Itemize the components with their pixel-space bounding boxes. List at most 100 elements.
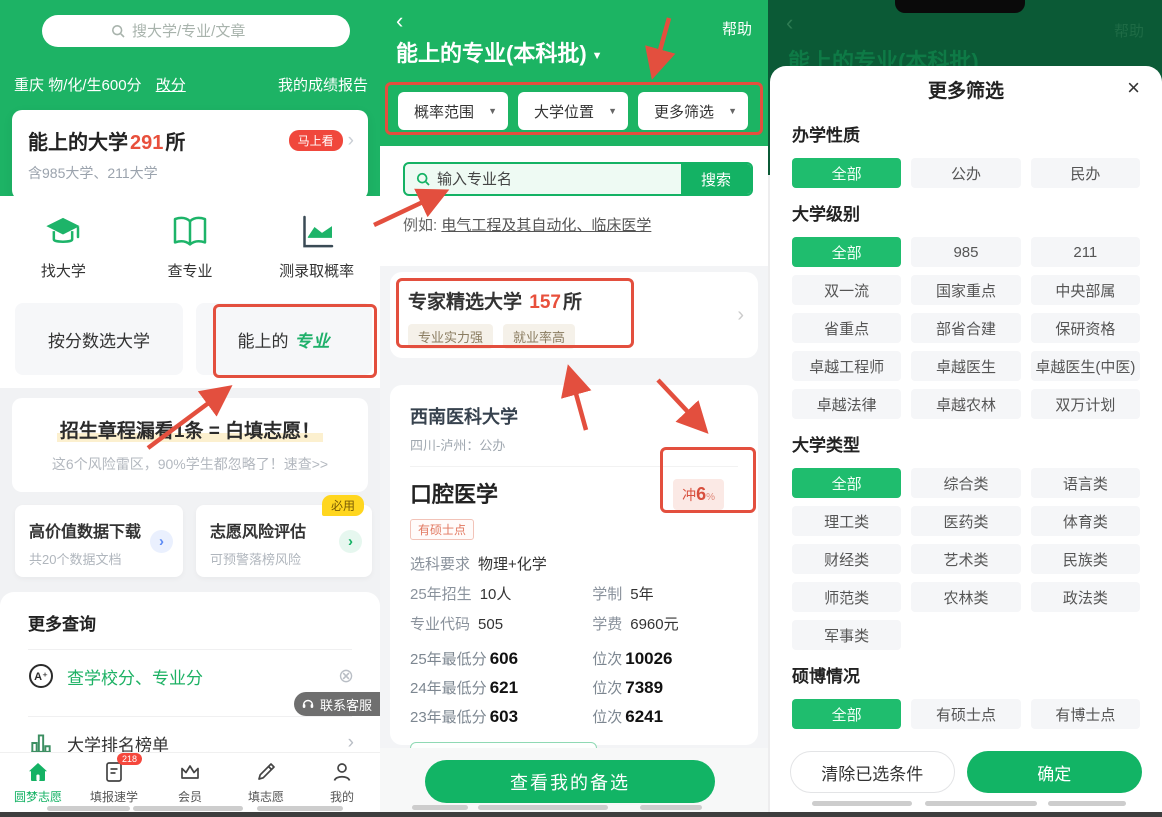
score-label: 23年最低分 bbox=[410, 709, 487, 726]
filter-chip[interactable]: 有硕士点 bbox=[911, 699, 1020, 729]
view-now-badge[interactable]: 马上看 bbox=[289, 130, 343, 151]
filter-chip[interactable]: 卓越工程师 bbox=[792, 351, 901, 381]
info-value: 6960元 bbox=[630, 616, 678, 633]
filter-chip[interactable]: 公办 bbox=[911, 158, 1020, 188]
major-name[interactable]: 口腔医学 bbox=[410, 477, 498, 509]
example-link[interactable]: 电气工程及其自动化、临床医学 bbox=[441, 217, 651, 234]
filter-chip[interactable]: 211 bbox=[1031, 237, 1140, 267]
universities-count: 291 bbox=[130, 132, 163, 154]
filter-chip[interactable]: 理工类 bbox=[792, 506, 901, 536]
home-search-bar[interactable] bbox=[42, 15, 350, 47]
page-title-dropdown[interactable]: 能上的专业(本科批)▼ bbox=[396, 36, 603, 68]
filter-chip[interactable]: 卓越农林 bbox=[911, 389, 1020, 419]
dropdown-label: 更多筛选 bbox=[654, 101, 714, 122]
chevron-right-icon: › bbox=[348, 732, 354, 754]
info-key: 25年招生 bbox=[410, 586, 472, 603]
admissible-majors-button[interactable]: 能上的专业 bbox=[196, 303, 372, 375]
notification-badge: 218 bbox=[117, 753, 142, 765]
filter-chip[interactable]: 985 bbox=[911, 237, 1020, 267]
tab-user[interactable]: 我的 bbox=[304, 753, 380, 812]
home-search-input[interactable] bbox=[132, 23, 282, 40]
tab-pencil[interactable]: 填志愿 bbox=[228, 753, 304, 812]
change-score-link[interactable]: 改分 bbox=[156, 77, 186, 94]
filter-dropdown-2[interactable]: 大学位置▼ bbox=[518, 92, 628, 130]
confirm-filters-button[interactable]: 确定 bbox=[967, 751, 1143, 793]
chevron-down-icon: ▼ bbox=[728, 106, 737, 116]
admission-probability-badge: 冲6% bbox=[673, 479, 724, 510]
expert-selected-universities-card[interactable]: 专家精选大学 157所 › 专业实力强就业率高 bbox=[390, 272, 758, 358]
filter-chip[interactable]: 全部 bbox=[792, 699, 901, 729]
help-link[interactable]: 帮助 bbox=[722, 18, 752, 39]
major-search-input[interactable] bbox=[437, 171, 681, 188]
filter-chip[interactable]: 有博士点 bbox=[1031, 699, 1140, 729]
search-button[interactable]: 搜索 bbox=[681, 164, 751, 194]
major-search-bar[interactable]: 搜索 bbox=[403, 162, 753, 196]
feature-chart[interactable]: 测录取概率 bbox=[253, 212, 380, 281]
info-key: 专业代码 bbox=[410, 616, 470, 633]
university-major-card[interactable]: 西南医科大学 四川-泸州：公办 口腔医学 冲6% 有硕士点 选科要求物理+化学 … bbox=[390, 385, 758, 745]
tab-label: 填志愿 bbox=[248, 788, 284, 805]
filter-chip[interactable]: 卓越法律 bbox=[792, 389, 901, 419]
a-plus-icon: A⁺ bbox=[28, 663, 54, 689]
filter-chip[interactable]: 体育类 bbox=[1031, 506, 1140, 536]
view-my-shortlist-button[interactable]: 查看我的备选 bbox=[425, 760, 715, 803]
filter-chip[interactable]: 医药类 bbox=[911, 506, 1020, 536]
filter-chip[interactable]: 中央部属 bbox=[1031, 275, 1140, 305]
filter-chip[interactable]: 全部 bbox=[792, 468, 901, 498]
score-value: 603 bbox=[490, 707, 518, 726]
filter-chip[interactable]: 部省合建 bbox=[911, 313, 1020, 343]
filter-chip[interactable]: 军事类 bbox=[792, 620, 901, 650]
subject-requirement: 选科要求物理+化学 bbox=[410, 553, 738, 574]
tab-label: 填报速学 bbox=[90, 788, 138, 805]
filter-chip[interactable]: 卓越医生(中医) bbox=[1031, 351, 1140, 381]
filter-chip[interactable]: 双万计划 bbox=[1031, 389, 1140, 419]
filter-chip[interactable]: 省重点 bbox=[792, 313, 901, 343]
filter-chip[interactable]: 全部 bbox=[792, 158, 901, 188]
filter-dropdown-3[interactable]: 更多筛选 ▼ bbox=[638, 92, 748, 130]
filter-dropdown-1[interactable]: 概率范围▼ bbox=[398, 92, 508, 130]
dismiss-icon[interactable]: ⊗ bbox=[338, 665, 354, 688]
tab-notebook[interactable]: 218 填报速学 bbox=[76, 753, 152, 812]
majors-list-panel: ‹ 帮助 能上的专业(本科批)▼ 概率范围▼大学位置▼更多筛选▼ 搜索 例如: … bbox=[380, 0, 768, 817]
filter-chip[interactable]: 国家重点 bbox=[911, 275, 1020, 305]
risk-evaluation-card[interactable]: 必用 志愿风险评估 可预警落榜风险 › bbox=[196, 505, 372, 577]
filter-chip[interactable]: 艺术类 bbox=[911, 544, 1020, 574]
filter-chip[interactable]: 师范类 bbox=[792, 582, 901, 612]
back-button[interactable]: ‹ bbox=[786, 10, 793, 36]
filter-options-grid: 全部985211双一流国家重点中央部属省重点部省合建保研资格卓越工程师卓越医生卓… bbox=[792, 237, 1140, 419]
contact-label: 联系客服 bbox=[320, 695, 372, 714]
filter-chip[interactable]: 政法类 bbox=[1031, 582, 1140, 612]
tab-crown[interactable]: 会员 bbox=[152, 753, 228, 812]
filter-section-label: 办学性质 bbox=[792, 121, 1140, 146]
filter-options-grid: 全部综合类语言类理工类医药类体育类财经类艺术类民族类师范类农林类政法类军事类 bbox=[792, 468, 1140, 650]
score-report-link[interactable]: 我的成绩报告 bbox=[278, 74, 368, 95]
select-university-by-score-button[interactable]: 按分数选大学 bbox=[15, 303, 183, 375]
filter-chip[interactable]: 全部 bbox=[792, 237, 901, 267]
university-name[interactable]: 西南医科大学 bbox=[410, 403, 738, 429]
list-item-label: 查学校分、专业分 bbox=[67, 664, 203, 689]
back-button[interactable]: ‹ bbox=[396, 8, 403, 34]
filter-chip[interactable]: 双一流 bbox=[792, 275, 901, 305]
contact-support-button[interactable]: 联系客服 bbox=[294, 692, 380, 716]
home-indicator bbox=[640, 805, 702, 810]
filter-chip[interactable]: 保研资格 bbox=[1031, 313, 1140, 343]
filter-chip[interactable]: 卓越医生 bbox=[911, 351, 1020, 381]
filter-chip[interactable]: 农林类 bbox=[911, 582, 1020, 612]
warning-title: 招生章程漏看1条 = 白填志愿！ bbox=[12, 416, 368, 443]
tab-home[interactable]: 圆梦志愿 bbox=[0, 753, 76, 812]
filter-chip[interactable]: 民族类 bbox=[1031, 544, 1140, 574]
major-info-item: 专业代码505 bbox=[410, 613, 592, 634]
clear-filters-button[interactable]: 清除已选条件 bbox=[790, 751, 955, 793]
admission-rules-warning-card[interactable]: 招生章程漏看1条 = 白填志愿！ 这6个风险雷区，90%学生都忽略了！速查>> bbox=[12, 398, 368, 492]
filter-chip[interactable]: 综合类 bbox=[911, 468, 1020, 498]
filter-chip[interactable]: 民办 bbox=[1031, 158, 1140, 188]
filter-chip[interactable]: 财经类 bbox=[792, 544, 901, 574]
filter-chip[interactable]: 语言类 bbox=[1031, 468, 1140, 498]
data-download-card[interactable]: 高价值数据下载 共20个数据文档 › bbox=[15, 505, 183, 577]
admissible-universities-card[interactable]: 能上的大学291所 马上看 › 含985大学、211大学 bbox=[12, 110, 368, 200]
must-use-badge: 必用 bbox=[322, 495, 364, 516]
feature-book[interactable]: 查专业 bbox=[127, 212, 254, 281]
help-link[interactable]: 帮助 bbox=[1114, 20, 1144, 41]
feature-cap[interactable]: 找大学 bbox=[0, 212, 127, 281]
close-icon[interactable]: × bbox=[1127, 77, 1140, 99]
